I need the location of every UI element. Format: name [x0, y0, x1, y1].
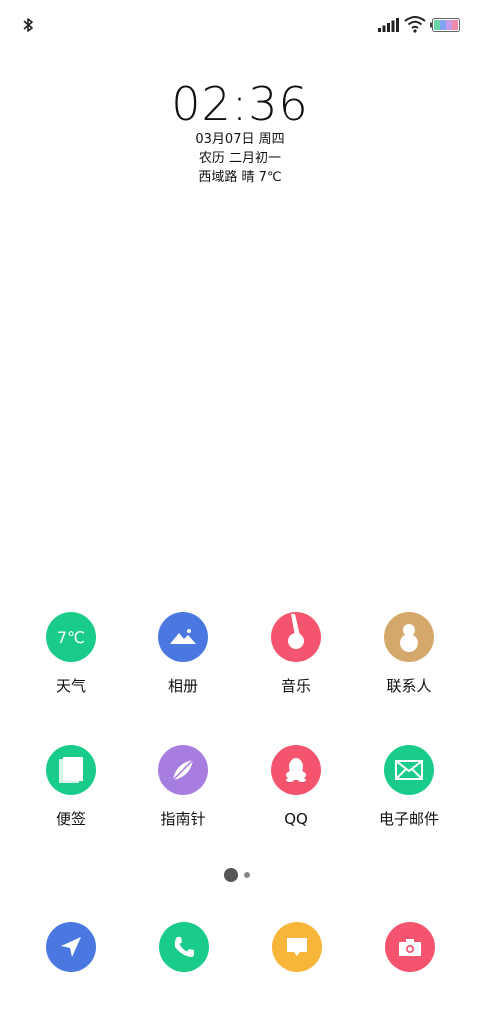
gallery-icon [158, 612, 208, 662]
messages-icon[interactable] [272, 922, 322, 972]
app-gallery[interactable]: 相册 [127, 612, 239, 696]
bluetooth-icon [23, 18, 33, 32]
qq-icon [271, 745, 321, 795]
clock-time[interactable]: 02:36 [0, 76, 480, 132]
app-email[interactable]: 电子邮件 [353, 745, 465, 829]
app-compass[interactable]: 指南针 [127, 745, 239, 829]
app-label: 便签 [55, 810, 86, 828]
navigation-icon[interactable] [46, 922, 96, 972]
app-contacts[interactable]: 联系人 [353, 612, 465, 696]
app-label: 指南针 [160, 810, 206, 828]
email-icon [384, 745, 434, 795]
app-label: 音乐 [280, 677, 311, 695]
app-notes[interactable]: 便签 [15, 745, 127, 829]
battery-icon [430, 18, 460, 32]
wifi-icon [404, 16, 426, 33]
clock-date: 03月07日 周四 [195, 132, 285, 147]
signal-icon [378, 18, 399, 32]
page-indicator[interactable] [244, 872, 250, 878]
phone-icon[interactable] [159, 922, 209, 972]
camera-icon[interactable] [385, 922, 435, 972]
app-label: 联系人 [386, 677, 432, 695]
weather-icon-text: 7℃ [56, 627, 86, 647]
app-label: 天气 [55, 677, 86, 695]
weather-icon: 7℃ [46, 612, 96, 662]
clock-weather[interactable]: 西域路 晴 7℃ [0, 169, 480, 187]
notes-icon [46, 745, 96, 795]
app-qq[interactable]: QQ [240, 745, 352, 829]
clock-lunar-date: 农历 二月初一 [198, 151, 282, 166]
app-label: 相册 [167, 677, 198, 695]
compass-icon [158, 745, 208, 795]
page-indicator-active[interactable] [224, 868, 238, 882]
app-music[interactable]: 音乐 [240, 612, 352, 696]
music-icon [271, 612, 321, 662]
app-label: QQ [284, 810, 308, 828]
contacts-icon [384, 612, 434, 662]
app-label: 电子邮件 [378, 810, 439, 828]
app-weather[interactable]: 7℃ 天气 [15, 612, 127, 696]
